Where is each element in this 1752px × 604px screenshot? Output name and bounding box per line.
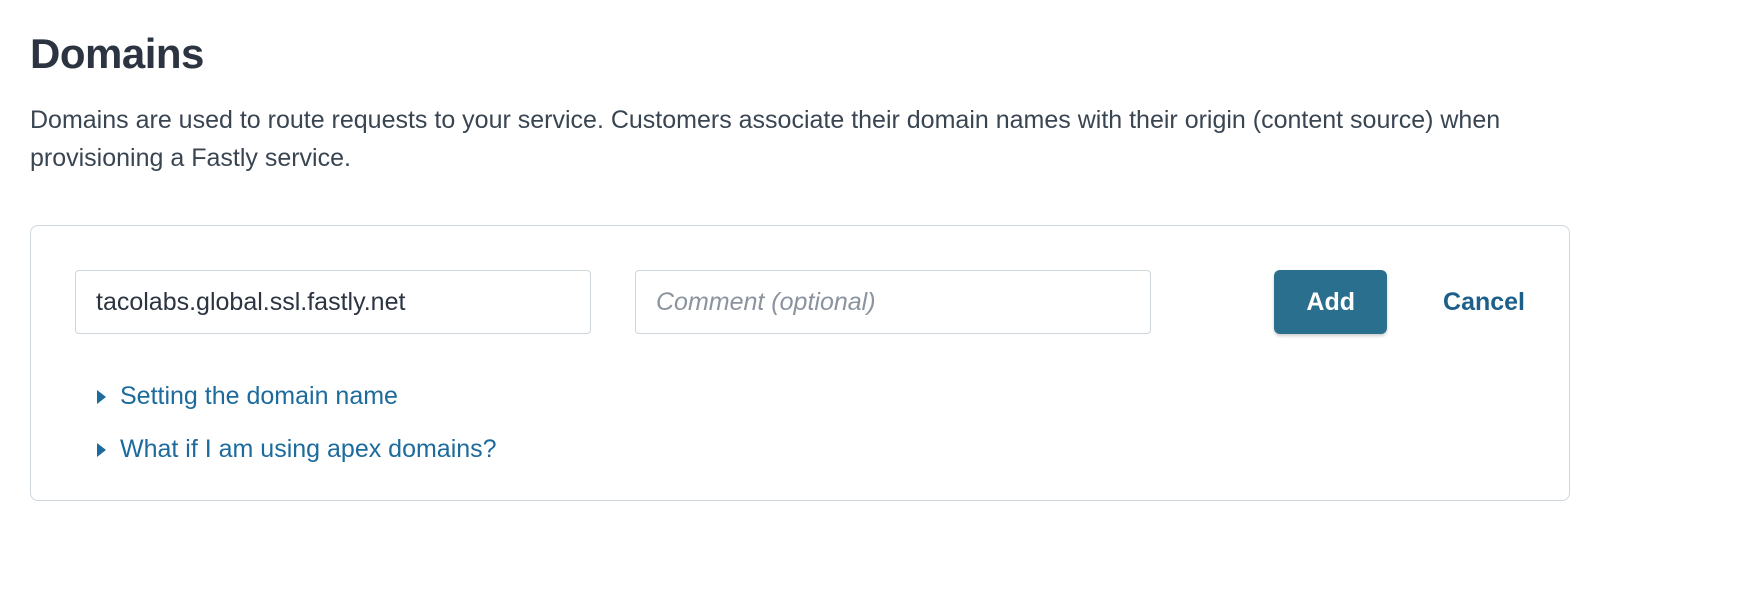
comment-input[interactable]	[635, 270, 1151, 334]
help-link-label: Setting the domain name	[120, 382, 398, 411]
help-links: Setting the domain name What if I am usi…	[75, 382, 1525, 464]
form-actions: Add Cancel	[1274, 270, 1525, 334]
help-link-apex-domains[interactable]: What if I am using apex domains?	[97, 435, 1525, 464]
help-link-label: What if I am using apex domains?	[120, 435, 497, 464]
domain-form-panel: Add Cancel Setting the domain name What …	[30, 225, 1570, 501]
domain-name-input[interactable]	[75, 270, 591, 334]
cancel-button[interactable]: Cancel	[1443, 288, 1525, 317]
page-description: Domains are used to route requests to yo…	[30, 102, 1570, 177]
caret-right-icon	[97, 390, 106, 404]
page-title: Domains	[30, 30, 1722, 78]
caret-right-icon	[97, 443, 106, 457]
form-row: Add Cancel	[75, 270, 1525, 334]
help-link-setting-domain[interactable]: Setting the domain name	[97, 382, 1525, 411]
add-button[interactable]: Add	[1274, 270, 1387, 334]
